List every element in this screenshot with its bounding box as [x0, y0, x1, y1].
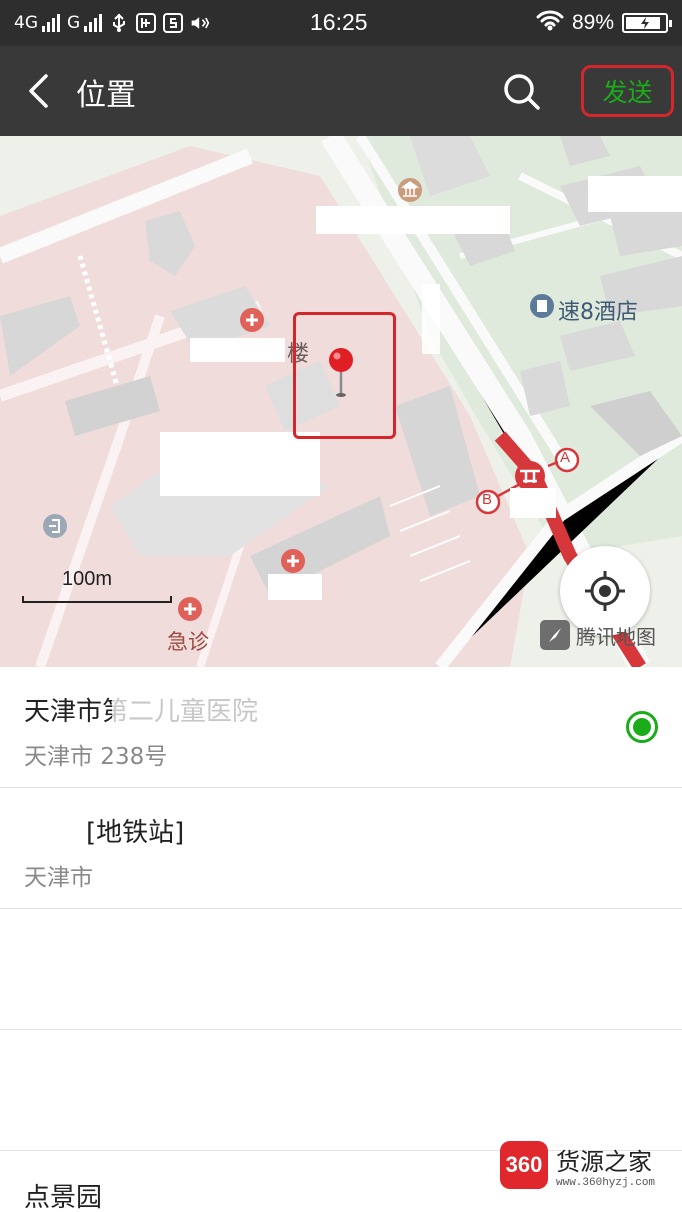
location-address: 天津市 238号	[24, 744, 168, 770]
map-scale: 100m	[22, 568, 172, 606]
location-address: 天津市	[24, 865, 93, 891]
map-view[interactable]: 楼 速8酒店 急诊 A B 100m 腾讯地图	[0, 136, 682, 667]
watermark: 360 货源之家 www.360hyzj.com	[500, 1138, 676, 1192]
emergency-label: 急诊	[167, 630, 209, 654]
watermark-url: www.360hyzj.com	[556, 1176, 656, 1189]
search-button[interactable]	[500, 70, 544, 114]
network-type-1: 4G	[14, 13, 38, 33]
map-provider: 腾讯地图	[540, 620, 656, 650]
redaction-box	[422, 284, 440, 354]
title-bar: 位置 发送	[0, 46, 682, 136]
volume-vibrate-icon	[190, 13, 210, 33]
watermark-logo: 360	[500, 1141, 548, 1189]
signal-bars-icon	[84, 14, 103, 32]
watermark-name: 货源之家	[556, 1147, 652, 1176]
cellular-signal-1: 4G	[14, 13, 60, 33]
poi-bank-marker	[398, 178, 422, 202]
clock: 16:25	[310, 9, 368, 35]
scale-bar	[22, 596, 172, 603]
cellular-signal-2: G	[67, 13, 103, 33]
back-button[interactable]	[18, 66, 58, 116]
metro-station-icon	[515, 461, 545, 491]
redaction-box	[160, 432, 320, 496]
entrance-marker	[43, 514, 67, 538]
battery-percent: 89%	[571, 11, 614, 34]
back-arrow-icon	[29, 74, 48, 108]
wifi-icon	[536, 9, 564, 37]
exit-a-label: A	[560, 449, 571, 466]
exit-b-label: B	[482, 491, 493, 508]
hotel-label: 速8酒店	[558, 300, 638, 325]
network-type-2: G	[67, 13, 81, 33]
location-item[interactable]: 天津市第二儿童医院 天津市 238号	[0, 667, 682, 788]
battery-icon	[622, 13, 672, 33]
status-left: 4G G	[14, 10, 210, 36]
redaction-box	[190, 338, 285, 362]
hospital-marker-2	[281, 549, 305, 573]
usb-debug-icon	[136, 13, 157, 33]
send-button[interactable]: 发送	[581, 65, 674, 117]
crosshair-icon	[585, 571, 625, 611]
location-title: [地铁站]	[86, 818, 185, 848]
pin-highlight-box	[293, 312, 396, 439]
search-icon	[504, 74, 540, 110]
redaction-box	[316, 206, 510, 234]
redaction-box	[510, 488, 556, 518]
sim-icon	[163, 13, 184, 33]
location-item[interactable]	[0, 1030, 682, 1151]
location-title: 点景园	[24, 1183, 103, 1212]
status-right: 89%	[536, 9, 672, 37]
compass-icon	[540, 620, 570, 650]
status-bar: 4G G 16:25 89%	[0, 0, 682, 46]
usb-icon	[109, 13, 129, 33]
page-title: 位置	[76, 78, 136, 113]
scale-label: 100m	[62, 568, 113, 590]
location-item[interactable]	[0, 909, 682, 1030]
provider-name: 腾讯地图	[576, 624, 656, 649]
redaction-box	[268, 574, 322, 600]
selected-radio[interactable]	[626, 711, 658, 743]
watermark-text: 货源之家 www.360hyzj.com	[556, 1142, 655, 1189]
signal-bars-icon	[42, 14, 60, 32]
hospital-marker-3	[178, 597, 202, 621]
redaction-box	[588, 176, 682, 212]
redaction-box	[112, 691, 302, 725]
location-item[interactable]: [地铁站] 天津市	[0, 788, 682, 909]
hotel-marker	[530, 294, 554, 318]
hospital-marker-1	[240, 308, 264, 332]
location-list: 天津市第二儿童医院 天津市 238号 [地铁站] 天津市 点景园	[0, 667, 682, 1212]
